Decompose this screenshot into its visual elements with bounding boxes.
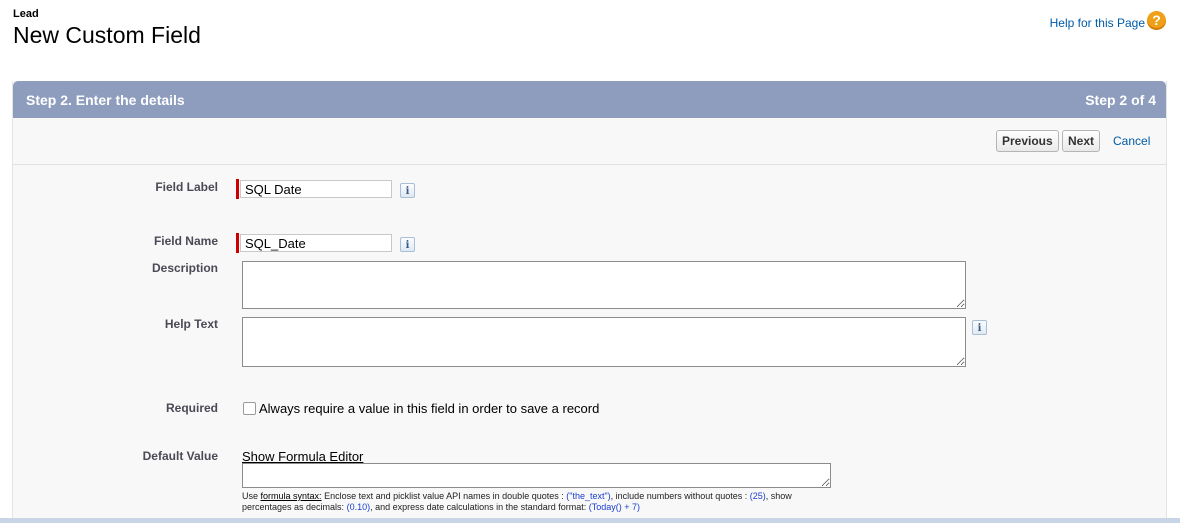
next-button[interactable]: Next	[1062, 130, 1101, 152]
formula-syntax-note: Use formula syntax: Enclose text and pic…	[242, 491, 792, 512]
field-name-input[interactable]	[240, 234, 392, 252]
description-textarea[interactable]	[242, 261, 966, 309]
required-marker	[236, 179, 239, 199]
step-title: Step 2. Enter the details	[26, 91, 185, 108]
step-count: Step 2 of 4	[1085, 91, 1156, 108]
field-label-label: Field Label	[155, 180, 218, 194]
field-name-label: Field Name	[153, 234, 218, 248]
button-row: Previous Next Cancel	[13, 118, 1166, 165]
default-value-label: Default Value	[142, 449, 218, 463]
help-text-textarea[interactable]	[242, 317, 966, 367]
info-icon[interactable]: i	[400, 237, 415, 252]
required-checkbox-label: Always require a value in this field in …	[259, 401, 600, 416]
required-checkbox[interactable]	[243, 402, 256, 415]
description-label: Description	[151, 261, 218, 275]
entity-name: Lead	[13, 8, 39, 20]
field-label-input[interactable]	[240, 180, 392, 198]
page-header: Lead New Custom Field	[13, 8, 201, 49]
default-value-textarea[interactable]	[242, 463, 831, 488]
info-icon[interactable]: i	[400, 183, 415, 198]
info-icon[interactable]: i	[972, 320, 987, 335]
bottom-divider	[0, 518, 1180, 523]
show-formula-editor-link[interactable]: Show Formula Editor	[242, 449, 363, 464]
help-icon[interactable]: ?	[1147, 11, 1166, 30]
cancel-link[interactable]: Cancel	[1113, 134, 1150, 148]
page-title: New Custom Field	[13, 22, 201, 48]
help-for-page-link[interactable]: Help for this Page	[1050, 16, 1145, 30]
previous-button[interactable]: Previous	[996, 130, 1059, 152]
formula-syntax-link[interactable]: formula syntax:	[261, 491, 322, 501]
help-text-label: Help Text	[164, 317, 218, 331]
required-marker	[236, 233, 239, 253]
step-header-bar: Step 2. Enter the details Step 2 of 4	[13, 81, 1166, 118]
required-label: Required	[165, 401, 218, 415]
